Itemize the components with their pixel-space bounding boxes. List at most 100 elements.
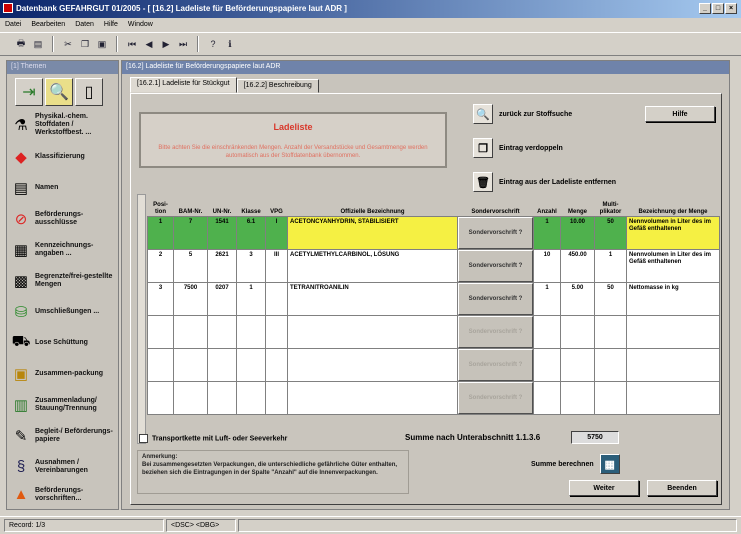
cell-multiplikator[interactable] (594, 314, 627, 349)
cell-klasse[interactable]: 6.1 (236, 215, 266, 250)
menu-datei[interactable]: Datei (5, 21, 21, 32)
cell-bezeichnung[interactable]: TETRANITROANILIN (287, 281, 458, 316)
cell-vpg[interactable] (265, 281, 288, 316)
cell-klasse[interactable] (236, 314, 266, 349)
cell-position[interactable] (147, 347, 174, 382)
duplicate-entry-button[interactable]: ❐ Eintrag verdoppeln (473, 138, 563, 158)
next-button[interactable]: Weiter (569, 480, 639, 496)
cell-anzahl[interactable]: 1 (533, 215, 561, 250)
cell-un[interactable]: 0207 (207, 281, 237, 316)
prev-record-icon[interactable]: ◀ (142, 37, 156, 51)
sidebar-item-lose-schuettung[interactable]: ⛟ Lose Schüttung (10, 327, 118, 358)
blank-page-icon[interactable]: ▯ (75, 78, 103, 106)
sidebar-item-begleitpapiere[interactable]: ✎ Begleit-/ Beförderungs-papiere (10, 420, 118, 451)
cell-menge[interactable] (560, 314, 595, 349)
cell-anzahl[interactable]: 1 (533, 281, 561, 316)
table-row[interactable]: 2 5 2621 3 III ACETYLMETHYLCARBINOL, LÖS… (147, 248, 720, 283)
cell-position[interactable]: 1 (147, 215, 174, 250)
sidebar-item-klassifizierung[interactable]: ◆ Klassifizierung (10, 141, 118, 172)
last-record-icon[interactable]: ⏭ (176, 37, 190, 51)
sidebar-item-namen[interactable]: ▤ Namen (10, 172, 118, 203)
cell-menge[interactable]: 10.00 (560, 215, 595, 250)
copy-icon[interactable]: ❐ (78, 37, 92, 51)
cell-vpg[interactable]: I (265, 215, 288, 250)
exit-icon[interactable]: ⇥ (15, 78, 43, 106)
cell-bam[interactable]: 7 (173, 215, 208, 250)
luft-see-checkbox[interactable] (139, 434, 148, 443)
tab-beschreibung[interactable]: [16.2.2] Beschreibung (236, 79, 319, 93)
cell-bam[interactable]: 7500 (173, 281, 208, 316)
preview-icon[interactable]: ▤ (31, 37, 45, 51)
cell-klasse[interactable] (236, 347, 266, 382)
table-scrollbar[interactable] (137, 194, 146, 444)
cell-bam[interactable] (173, 314, 208, 349)
remove-entry-button[interactable]: 🗑 Eintrag aus der Ladeliste entfernen (473, 172, 616, 192)
minimize-button[interactable]: _ (699, 3, 711, 14)
cell-multiplikator[interactable]: 1 (594, 248, 627, 283)
sondervorschrift-button[interactable]: Sondervorschrift ? (458, 217, 533, 248)
sidebar-item-vorschriften[interactable]: ▲ Beförderungs-vorschriften... (10, 479, 118, 510)
cell-multiplikator[interactable]: 50 (594, 215, 627, 250)
help-icon[interactable]: ? (206, 37, 220, 51)
cell-bezeichnung[interactable] (287, 380, 458, 415)
sidebar-item-mengen[interactable]: ▩ Begrenzte/frei-gestellte Mengen (10, 265, 118, 296)
cell-menge[interactable]: 450.00 (560, 248, 595, 283)
sidebar-item-ausnahmen[interactable]: § Ausnahmen / Vereinbarungen (10, 451, 118, 482)
sidebar-item-stoffdaten[interactable]: ⚗ Physikal.-chem. Stoffdaten / Werkstoffb… (10, 109, 118, 140)
cell-bam[interactable]: 5 (173, 248, 208, 283)
cell-bezeichnung[interactable] (287, 347, 458, 382)
cell-un[interactable] (207, 314, 237, 349)
menu-daten[interactable]: Daten (75, 21, 94, 32)
cell-klasse[interactable]: 3 (236, 248, 266, 283)
first-record-icon[interactable]: ⏮ (125, 37, 139, 51)
cell-anzahl[interactable]: 10 (533, 248, 561, 283)
maximize-button[interactable]: □ (712, 3, 724, 14)
sidebar-item-ausschluesse[interactable]: ⊘ Beförderungs-ausschlüsse (10, 203, 118, 234)
search-tool-icon[interactable]: 🔍 (45, 78, 73, 106)
cell-anzahl[interactable] (533, 314, 561, 349)
table-row[interactable]: Sondervorschrift ? (147, 314, 720, 349)
table-row[interactable]: 3 7500 0207 1 TETRANITROANILIN Sondervor… (147, 281, 720, 316)
close-button[interactable]: × (725, 3, 737, 14)
cell-klasse[interactable]: 1 (236, 281, 266, 316)
sondervorschrift-button[interactable]: Sondervorschrift ? (458, 283, 533, 314)
table-row[interactable]: Sondervorschrift ? (147, 380, 720, 415)
luft-see-option[interactable]: Transportkette mit Luft- oder Seeverkehr (139, 434, 287, 443)
cell-menge[interactable]: 5.00 (560, 281, 595, 316)
paste-icon[interactable]: ▣ (95, 37, 109, 51)
help-button[interactable]: Hilfe (645, 106, 715, 122)
sidebar-item-kennzeichnung[interactable]: ▦ Kennzeichnungs-angaben ... (10, 234, 118, 265)
cell-bezeichnung[interactable]: ACETONCYANHYDRIN, STABILISIERT (287, 215, 458, 250)
cell-vpg[interactable] (265, 380, 288, 415)
cell-un[interactable] (207, 380, 237, 415)
sidebar-item-zusammenpackung[interactable]: ▣ Zusammen-packung (10, 358, 118, 389)
cut-icon[interactable]: ✂ (61, 37, 75, 51)
cell-anzahl[interactable] (533, 347, 561, 382)
cell-bam[interactable] (173, 380, 208, 415)
cell-bam[interactable] (173, 347, 208, 382)
cell-position[interactable]: 3 (147, 281, 174, 316)
menu-window[interactable]: Window (128, 21, 153, 32)
back-to-search-button[interactable]: 🔍 zurück zur Stoffsuche (473, 104, 572, 124)
cell-vpg[interactable]: III (265, 248, 288, 283)
cell-bezeichnung[interactable]: ACETYLMETHYLCARBINOL, LÖSUNG (287, 248, 458, 283)
tab-ladeliste[interactable]: [16.2.1] Ladeliste für Stückgut (130, 77, 237, 93)
cell-menge[interactable] (560, 347, 595, 382)
sondervorschrift-button[interactable]: Sondervorschrift ? (458, 250, 533, 281)
cell-multiplikator[interactable]: 50 (594, 281, 627, 316)
cell-position[interactable]: 2 (147, 248, 174, 283)
cell-position[interactable] (147, 380, 174, 415)
sidebar-item-zusammenladung[interactable]: ▥ Zusammenladung/ Stauung/Trennung (10, 389, 118, 420)
menu-hilfe[interactable]: Hilfe (104, 21, 118, 32)
cell-vpg[interactable] (265, 314, 288, 349)
cell-un[interactable]: 1541 (207, 215, 237, 250)
cell-anzahl[interactable] (533, 380, 561, 415)
cell-un[interactable] (207, 347, 237, 382)
cell-position[interactable] (147, 314, 174, 349)
table-row[interactable]: 1 7 1541 6.1 I ACETONCYANHYDRIN, STABILI… (147, 215, 720, 250)
table-row[interactable]: Sondervorschrift ? (147, 347, 720, 382)
info-icon[interactable]: ℹ (223, 37, 237, 51)
cell-klasse[interactable] (236, 380, 266, 415)
cell-menge[interactable] (560, 380, 595, 415)
print-icon[interactable]: 🖶 (14, 37, 28, 51)
